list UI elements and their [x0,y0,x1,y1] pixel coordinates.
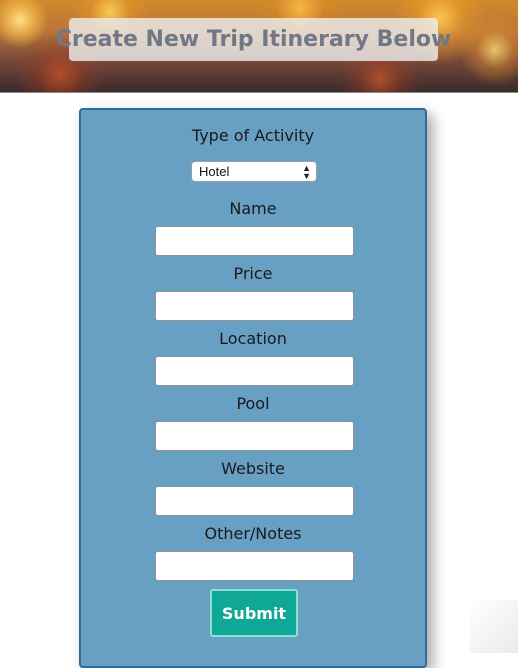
activity-type-label: Type of Activity [191,126,315,145]
header-banner: Create New Trip Itinerary Below [0,0,518,93]
trip-itinerary-form: Type of Activity Hotel ▲ ▼ Name Price Loc… [79,108,427,668]
page-title: Create New Trip Itinerary Below [55,27,452,52]
website-input[interactable] [155,486,354,516]
name-input[interactable] [155,226,354,256]
corner-shade [470,600,518,653]
select-arrows-icon: ▲ ▼ [302,163,311,181]
location-input[interactable] [155,356,354,386]
name-label: Name [229,199,277,218]
notes-input[interactable] [155,551,354,581]
website-label: Website [221,459,285,478]
pool-label: Pool [236,394,270,413]
page-title-box: Create New Trip Itinerary Below [56,18,451,61]
activity-type-select[interactable]: Hotel ▲ ▼ [191,161,317,182]
notes-label: Other/Notes [204,524,302,543]
price-input[interactable] [155,291,354,321]
location-label: Location [219,329,287,348]
submit-button[interactable]: Submit [210,589,298,637]
price-label: Price [233,264,273,283]
pool-input[interactable] [155,421,354,451]
activity-type-selected-value: Hotel [199,164,230,179]
